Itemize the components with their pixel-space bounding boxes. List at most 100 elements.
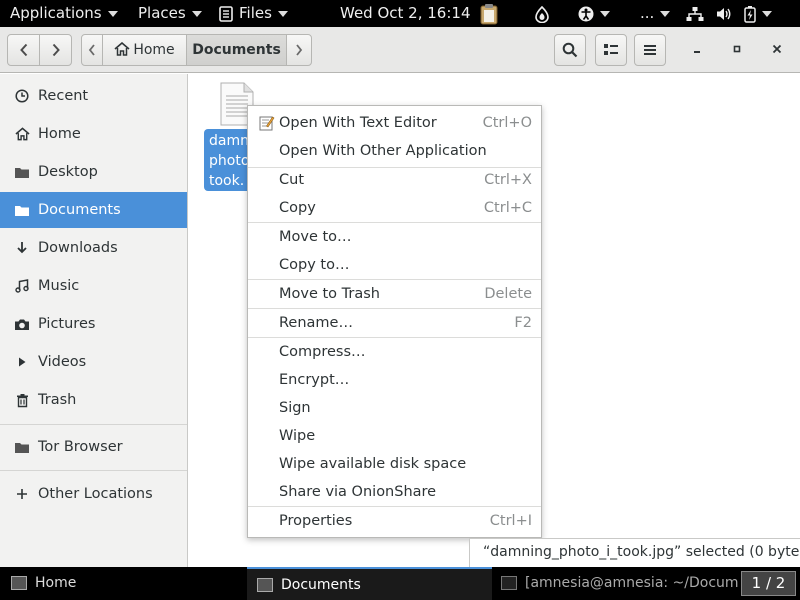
accessibility-menu[interactable] bbox=[578, 0, 610, 27]
workspace-indicator[interactable]: 1 / 2 bbox=[741, 571, 796, 596]
sidebar-item-home[interactable]: Home bbox=[0, 116, 187, 152]
sidebar-item-label: Tor Browser bbox=[38, 439, 123, 455]
menu-item-label: Share via OnionShare bbox=[279, 484, 437, 500]
power-menu[interactable] bbox=[744, 0, 772, 27]
file-manager-icon bbox=[257, 578, 273, 592]
search-button[interactable] bbox=[554, 34, 586, 66]
menu-item-label: Move to… bbox=[279, 229, 352, 245]
path-home-button[interactable]: Home bbox=[102, 34, 187, 66]
sidebar-item-other-locations[interactable]: Other Locations bbox=[0, 476, 187, 512]
menu-item-copy-to[interactable]: Copy to… bbox=[248, 251, 541, 279]
menu-item-label: Open With Text Editor bbox=[279, 115, 437, 131]
sidebar-item-desktop[interactable]: Desktop bbox=[0, 154, 187, 190]
path-documents-button[interactable]: Documents bbox=[186, 34, 287, 66]
menu-item-label: Sign bbox=[279, 400, 311, 416]
sidebar-item-tor-browser[interactable]: Tor Browser bbox=[0, 429, 187, 465]
chevron-down-icon bbox=[600, 10, 610, 17]
sidebar-item-label: Documents bbox=[38, 202, 121, 218]
sidebar-item-label: Home bbox=[38, 126, 81, 142]
chevron-right-icon bbox=[52, 43, 60, 57]
sidebar-item-videos[interactable]: Videos bbox=[0, 344, 187, 380]
clipboard-icon[interactable] bbox=[479, 3, 499, 25]
minimize-icon bbox=[694, 51, 700, 53]
menu-item-move-to[interactable]: Move to… bbox=[248, 223, 541, 251]
menu-item-label: Copy to… bbox=[279, 257, 350, 273]
context-menu: Open With Text Editor Ctrl+O Open With O… bbox=[247, 105, 542, 538]
sidebar-item-label: Pictures bbox=[38, 316, 96, 332]
menu-item-open-with-text-editor[interactable]: Open With Text Editor Ctrl+O bbox=[248, 109, 541, 137]
files-app-menu[interactable]: Files bbox=[219, 0, 288, 27]
taskbar-item-documents[interactable]: Documents bbox=[247, 567, 492, 600]
overflow-menu[interactable]: ... bbox=[640, 0, 671, 27]
file-manager-icon bbox=[11, 576, 27, 590]
menu-item-wipe-free-space[interactable]: Wipe available disk space bbox=[248, 450, 541, 478]
places-menu[interactable]: Places bbox=[138, 0, 202, 27]
taskbar-item-label: [amnesia@amnesia: ~/Documen… bbox=[525, 575, 738, 591]
chevron-down-icon bbox=[277, 10, 288, 17]
window-list: Home Documents [amnesia@amnesia: ~/Docum… bbox=[0, 567, 800, 600]
menu-item-open-with-other-application[interactable]: Open With Other Application bbox=[248, 137, 541, 165]
hamburger-icon bbox=[644, 45, 656, 55]
path-scroll-right-button[interactable] bbox=[286, 34, 312, 66]
folder-icon bbox=[13, 429, 31, 465]
sidebar-item-recent[interactable]: Recent bbox=[0, 78, 187, 114]
path-documents-label: Documents bbox=[192, 42, 281, 58]
menu-item-accelerator: Ctrl+X bbox=[484, 172, 532, 188]
sidebar-item-downloads[interactable]: Downloads bbox=[0, 230, 187, 266]
folder-icon bbox=[13, 154, 31, 190]
top-panel: Applications Places Files Wed Oct 2, 16:… bbox=[0, 0, 800, 27]
places-label: Places bbox=[138, 4, 186, 22]
volume-icon[interactable] bbox=[716, 0, 732, 27]
menu-item-compress[interactable]: Compress… bbox=[248, 338, 541, 366]
path-scroll-left-button[interactable] bbox=[81, 34, 103, 66]
path-home-label: Home bbox=[133, 42, 175, 58]
menu-item-copy[interactable]: Copy Ctrl+C bbox=[248, 194, 541, 222]
menu-item-encrypt[interactable]: Encrypt… bbox=[248, 366, 541, 394]
sidebar-separator bbox=[0, 470, 187, 471]
clock[interactable]: Wed Oct 2, 16:14 bbox=[340, 0, 470, 27]
taskbar-item-terminal[interactable]: [amnesia@amnesia: ~/Documen… bbox=[493, 567, 738, 600]
menu-item-sign[interactable]: Sign bbox=[248, 394, 541, 422]
sidebar-item-music[interactable]: Music bbox=[0, 268, 187, 304]
menu-item-label: Properties bbox=[279, 513, 353, 529]
chevron-down-icon bbox=[660, 10, 671, 17]
back-button[interactable] bbox=[7, 34, 40, 66]
sidebar-item-label: Music bbox=[38, 278, 80, 294]
sidebar-item-label: Other Locations bbox=[38, 486, 153, 502]
menu-item-cut[interactable]: Cut Ctrl+X bbox=[248, 166, 541, 194]
forward-button[interactable] bbox=[39, 34, 72, 66]
maximize-button[interactable] bbox=[721, 34, 753, 66]
plus-icon bbox=[13, 476, 31, 512]
chevron-left-icon bbox=[88, 44, 95, 56]
sidebar-separator bbox=[0, 424, 187, 425]
taskbar-item-home[interactable]: Home bbox=[0, 567, 246, 600]
maximize-icon bbox=[733, 45, 741, 53]
applications-label: Applications bbox=[10, 4, 102, 22]
onion-icon[interactable] bbox=[535, 0, 549, 27]
menu-item-properties[interactable]: Properties Ctrl+I bbox=[248, 507, 541, 535]
chevron-left-icon bbox=[19, 43, 27, 57]
sidebar-item-label: Trash bbox=[38, 392, 77, 408]
applications-menu[interactable]: Applications bbox=[10, 0, 118, 27]
menu-item-share-via-onionshare[interactable]: Share via OnionShare bbox=[248, 478, 541, 506]
files-icon bbox=[219, 5, 233, 22]
close-button[interactable] bbox=[761, 34, 793, 66]
menu-item-wipe[interactable]: Wipe bbox=[248, 422, 541, 450]
header-bar: Home Documents bbox=[0, 27, 800, 73]
menu-item-label: Wipe bbox=[279, 428, 316, 444]
sidebar-item-pictures[interactable]: Pictures bbox=[0, 306, 187, 342]
trash-icon bbox=[13, 382, 31, 418]
home-icon bbox=[114, 41, 130, 56]
menu-item-rename[interactable]: Rename… F2 bbox=[248, 309, 541, 337]
menu-item-label: Encrypt… bbox=[279, 372, 350, 388]
sidebar-item-documents[interactable]: Documents bbox=[0, 192, 187, 228]
view-toggle-button[interactable] bbox=[595, 34, 627, 66]
files-label: Files bbox=[239, 4, 272, 22]
sidebar-item-trash[interactable]: Trash bbox=[0, 382, 187, 418]
music-icon bbox=[13, 268, 31, 304]
sidebar-item-label: Recent bbox=[38, 88, 89, 104]
minimize-button[interactable] bbox=[681, 34, 713, 66]
network-icon[interactable] bbox=[686, 0, 704, 27]
menu-button[interactable] bbox=[634, 34, 666, 66]
menu-item-move-to-trash[interactable]: Move to Trash Delete bbox=[248, 280, 541, 308]
